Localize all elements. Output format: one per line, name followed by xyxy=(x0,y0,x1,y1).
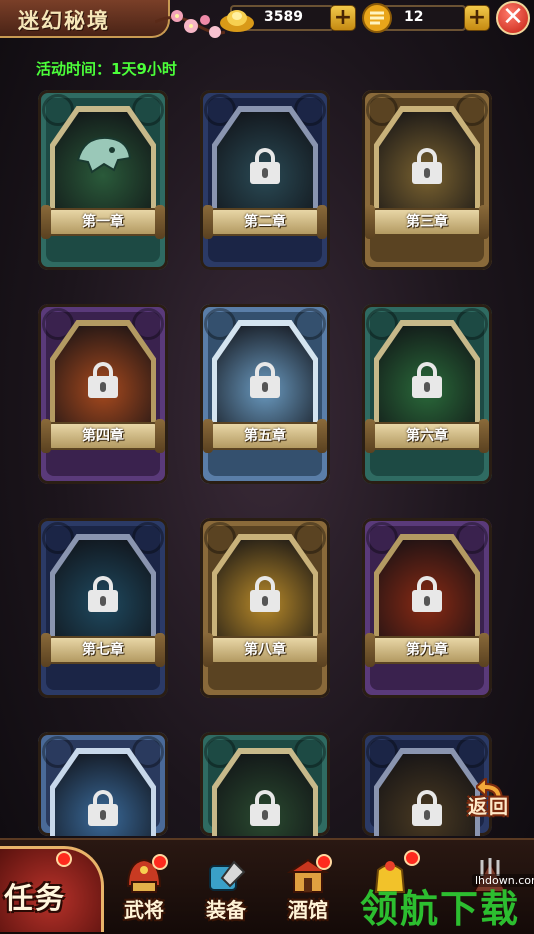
lock-icon xyxy=(250,576,280,612)
watermark-site: lhdown.com xyxy=(472,874,534,887)
nav-generals[interactable]: 武将 xyxy=(100,840,188,934)
chapter-card[interactable]: 第九章 xyxy=(362,518,492,698)
chapter-card[interactable] xyxy=(200,732,330,836)
lock-icon xyxy=(88,576,118,612)
close-button[interactable]: ✕ xyxy=(496,1,530,35)
nav-equipment-label: 装备 xyxy=(206,898,246,922)
gold-counter: 3589 xyxy=(220,5,334,32)
chapter-label: 第六章 xyxy=(365,419,489,453)
chapter-card[interactable]: 第六章 xyxy=(362,304,492,484)
dragon-skull-icon xyxy=(76,136,132,174)
equipment-icon xyxy=(209,860,246,891)
lock-icon xyxy=(88,362,118,398)
task-button[interactable]: 任务 xyxy=(0,846,104,932)
chapter-card[interactable]: 第四章 xyxy=(38,304,168,484)
chapter-card[interactable]: 第三章 xyxy=(362,90,492,270)
add-coupon-button[interactable]: + xyxy=(464,5,490,31)
return-button[interactable]: 返回 xyxy=(466,778,526,822)
coupon-counter: 12 xyxy=(362,3,466,33)
chapter-label: 第三章 xyxy=(365,205,489,239)
top-bar: 迷幻秘境 3589 + 12 + ✕ xyxy=(0,0,534,40)
activity-time: 活动时间：1天9小时 xyxy=(36,60,177,78)
page-title: 迷幻秘境 xyxy=(18,9,110,33)
blossom-decoration-icon xyxy=(155,10,225,38)
gold-ingot-icon xyxy=(220,10,254,32)
chapter-card[interactable]: 第二章 xyxy=(200,90,330,270)
chapter-label: 第七章 xyxy=(41,633,165,667)
chapter-label: 第五章 xyxy=(203,419,327,453)
lock-icon xyxy=(250,790,280,826)
chapter-label: 第九章 xyxy=(365,633,489,667)
nav-generals-label: 武将 xyxy=(124,898,164,922)
coupon-amount: 12 xyxy=(404,9,424,25)
chapter-card[interactable]: 第一章 xyxy=(38,90,168,270)
lock-icon xyxy=(250,362,280,398)
return-label: 返回 xyxy=(468,796,511,818)
lock-icon xyxy=(412,362,442,398)
chapter-card[interactable] xyxy=(38,732,168,836)
chapter-card[interactable]: 第八章 xyxy=(200,518,330,698)
chapter-card[interactable]: 第七章 xyxy=(38,518,168,698)
task-label: 任务 xyxy=(4,881,67,915)
gold-amount: 3589 xyxy=(264,9,303,25)
nav-tavern-label: 酒馆 xyxy=(288,898,328,922)
lock-icon xyxy=(412,790,442,826)
coupon-coin-icon xyxy=(362,3,392,33)
generals-badge xyxy=(152,854,168,870)
lock-icon xyxy=(88,790,118,826)
task-badge xyxy=(56,851,72,867)
chapter-label: 第一章 xyxy=(41,205,165,239)
chapter-label: 第四章 xyxy=(41,419,165,453)
chapter-card[interactable]: 第五章 xyxy=(200,304,330,484)
add-gold-button[interactable]: + xyxy=(330,5,356,31)
tavern-badge xyxy=(316,854,332,870)
chapter-label: 第八章 xyxy=(203,633,327,667)
lock-icon xyxy=(412,576,442,612)
lock-icon xyxy=(412,148,442,184)
nav-tavern[interactable]: 酒馆 xyxy=(264,840,352,934)
title-plate: 迷幻秘境 xyxy=(0,0,170,38)
nav-equipment[interactable]: 装备 xyxy=(182,840,270,934)
chapter-label: 第二章 xyxy=(203,205,327,239)
lock-icon xyxy=(250,148,280,184)
reward-badge xyxy=(404,850,420,866)
